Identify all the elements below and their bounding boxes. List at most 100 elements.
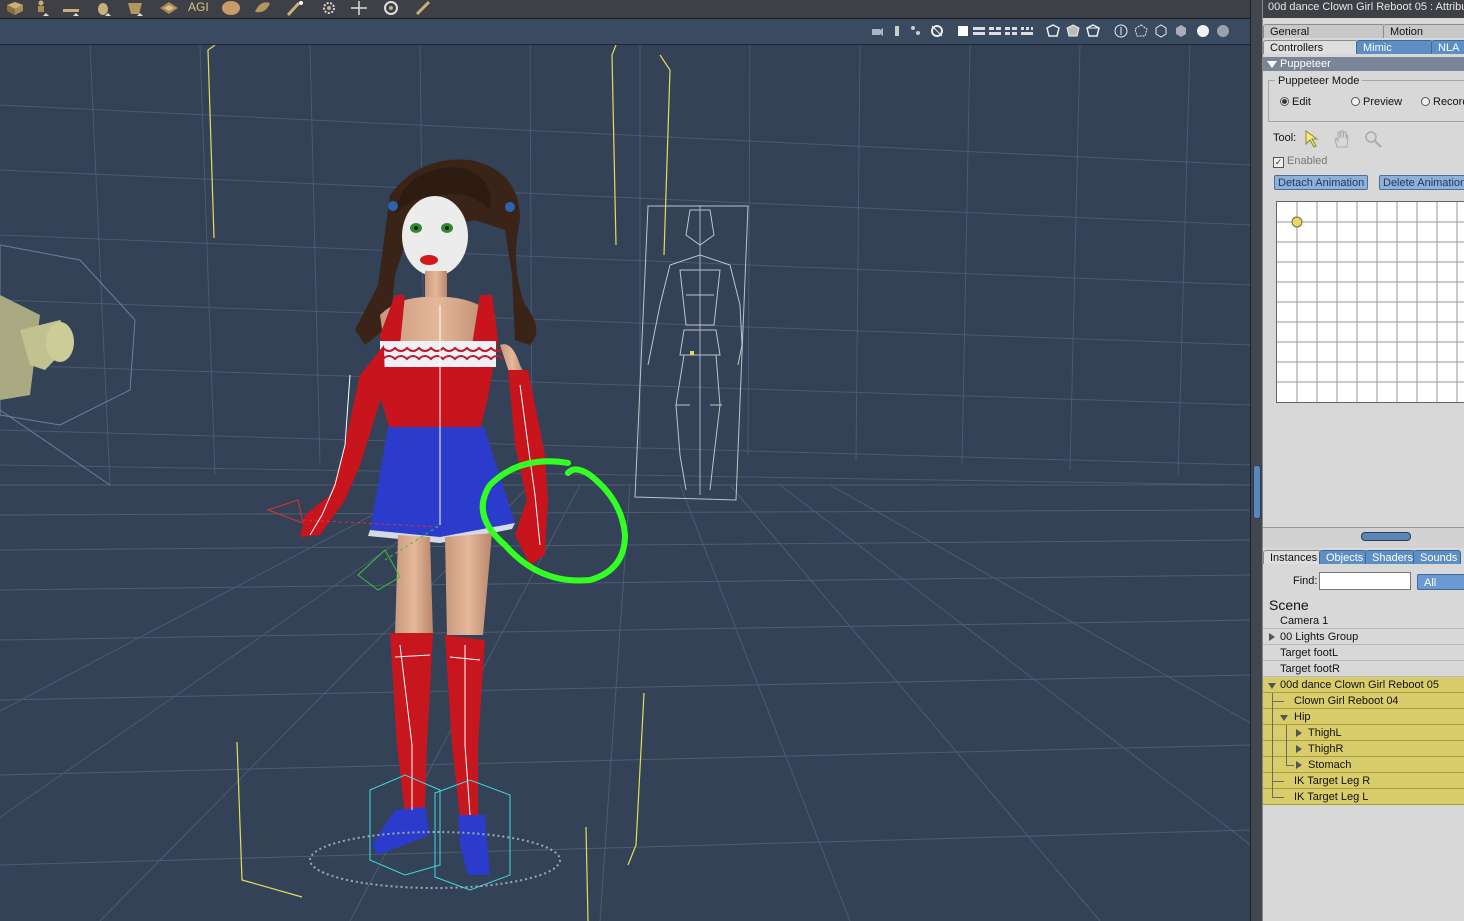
mode-preview-radio[interactable]: Preview (1351, 96, 1402, 108)
row-label: IK Target Leg R (1294, 775, 1371, 787)
layout-quad-icon[interactable] (988, 24, 1002, 38)
expand-triangle-icon[interactable] (1296, 761, 1302, 769)
tree-line (1272, 741, 1273, 757)
row-label: ThighL (1308, 727, 1342, 739)
hand-icon[interactable] (1331, 129, 1351, 149)
collapse-triangle-icon (1267, 60, 1277, 68)
puppet-handle[interactable] (1291, 216, 1303, 228)
find-label: Find: (1293, 575, 1318, 587)
layout-horizontal-icon[interactable] (972, 24, 986, 38)
sphere-grey-icon[interactable] (1216, 24, 1230, 38)
tab-motion[interactable]: Motion (1383, 24, 1464, 38)
list-item-ik-target-leg-r[interactable]: IK Target Leg R (1263, 773, 1464, 789)
panel-title: 00d dance Clown Girl Reboot 05 : Attribu… (1263, 0, 1464, 18)
mode-edit-label: Edit (1292, 96, 1311, 108)
expand-triangle-icon[interactable] (1269, 633, 1275, 641)
mode-edit-radio[interactable]: Edit (1280, 96, 1311, 108)
tab-objects[interactable]: Objects (1319, 550, 1367, 564)
list-item-thighl[interactable]: ThighL (1263, 725, 1464, 741)
cube-icon[interactable] (1154, 24, 1168, 38)
list-item-clown-girl-mesh[interactable]: Clown Girl Reboot 04 (1263, 693, 1464, 709)
camera-icon[interactable] (870, 24, 884, 38)
list-item-stomach[interactable]: Stomach (1263, 757, 1464, 773)
row-label: Target footR (1280, 663, 1340, 675)
tab-controllers[interactable]: Controllers (1263, 40, 1358, 54)
list-item-target-footl[interactable]: Target footL (1263, 645, 1464, 661)
list-item-thighr[interactable]: ThighR (1263, 741, 1464, 757)
layout-grid-icon[interactable] (1004, 24, 1018, 38)
wand-icon[interactable] (284, 0, 306, 17)
agi-text-icon[interactable]: AGI (186, 0, 214, 16)
find-input[interactable] (1319, 572, 1411, 590)
leaf-icon[interactable] (252, 0, 274, 16)
figure-icon[interactable] (908, 24, 922, 38)
enabled-checkbox[interactable]: ✓ Enabled (1273, 155, 1327, 168)
layout-single-icon[interactable] (956, 24, 970, 38)
collapse-triangle-icon[interactable] (1268, 683, 1276, 689)
collapse-triangle-icon[interactable] (1280, 715, 1288, 721)
detach-animation-button[interactable]: Detach Animation (1274, 175, 1368, 190)
row-label: 00 Lights Group (1280, 631, 1359, 643)
tab-instances[interactable]: Instances (1263, 550, 1321, 564)
list-item-camera[interactable]: Camera 1 (1263, 613, 1464, 629)
sphere-white-icon[interactable] (1196, 24, 1210, 38)
row-label: Stomach (1308, 759, 1352, 771)
sphere-icon[interactable] (220, 0, 242, 16)
row-label: Clown Girl Reboot 04 (1294, 695, 1399, 707)
section-label: Puppeteer (1280, 58, 1331, 70)
light-icon[interactable] (890, 24, 904, 38)
tool-label: Tool: (1273, 132, 1297, 144)
list-item-ik-target-leg-l[interactable]: IK Target Leg L (1263, 789, 1464, 805)
up-icon[interactable] (1114, 24, 1128, 38)
puppeteer-grid[interactable] (1276, 201, 1464, 403)
pen-icon[interactable] (412, 0, 434, 16)
panel-divider[interactable] (1263, 527, 1464, 548)
layout-grid-icon[interactable] (1020, 24, 1034, 38)
3d-viewport[interactable] (0, 45, 1250, 921)
arrows-icon[interactable] (348, 0, 370, 16)
mode-record-label: Record (1433, 96, 1464, 108)
box-shaded-icon[interactable] (1174, 24, 1188, 38)
divider-grip[interactable] (1361, 532, 1411, 541)
filter-select[interactable]: All (1417, 574, 1464, 590)
rotate-icon[interactable] (1134, 24, 1148, 38)
expand-triangle-icon[interactable] (1296, 729, 1302, 737)
mode-record-radio[interactable]: Record (1421, 96, 1464, 108)
spotlight-object (0, 244, 136, 486)
agi-label: AGI (188, 0, 209, 14)
render2-icon[interactable] (1066, 24, 1080, 38)
tab-shaders[interactable]: Shaders (1365, 550, 1415, 564)
scene-render (0, 45, 1250, 921)
tab-nla[interactable]: NLA (1431, 40, 1464, 54)
tab-general[interactable]: General (1263, 24, 1385, 38)
expand-triangle-icon[interactable] (1296, 745, 1302, 753)
viewport-toolbar (0, 19, 1252, 45)
tab-sounds[interactable]: Sounds (1413, 550, 1461, 564)
list-item-clown-girl-group[interactable]: 00d dance Clown Girl Reboot 05 (1263, 677, 1464, 693)
puppeteer-section-header[interactable]: Puppeteer (1263, 57, 1464, 71)
render-icon[interactable] (1046, 24, 1060, 38)
dial-icon[interactable] (930, 24, 944, 38)
pointer-arrow-icon[interactable] (1303, 129, 1323, 149)
dress-icon[interactable] (124, 0, 146, 16)
list-item-lights-group[interactable]: 00 Lights Group (1263, 629, 1464, 645)
gear-icon[interactable] (318, 0, 340, 16)
target-icon[interactable] (380, 0, 402, 16)
cube-icon[interactable] (4, 0, 26, 16)
render3-icon[interactable] (1086, 24, 1100, 38)
magnifier-icon[interactable] (1363, 129, 1383, 149)
splitter-grip[interactable] (1253, 465, 1261, 519)
tab-mimic[interactable]: Mimic (1356, 40, 1433, 54)
wireframe-skeleton (634, 205, 749, 501)
list-item-target-footr[interactable]: Target footR (1263, 661, 1464, 677)
bone-icon[interactable] (60, 0, 82, 16)
hand-icon[interactable] (92, 0, 114, 16)
main-toolbar: AGI (0, 0, 1252, 19)
pattern-icon[interactable] (158, 0, 180, 16)
row-label: Hip (1294, 711, 1311, 723)
tree-line (1286, 741, 1287, 757)
figure-icon[interactable] (30, 0, 52, 16)
delete-animation-button[interactable]: Delete Animation (1379, 175, 1464, 190)
list-item-hip[interactable]: Hip (1263, 709, 1464, 725)
enabled-label: Enabled (1287, 155, 1328, 167)
